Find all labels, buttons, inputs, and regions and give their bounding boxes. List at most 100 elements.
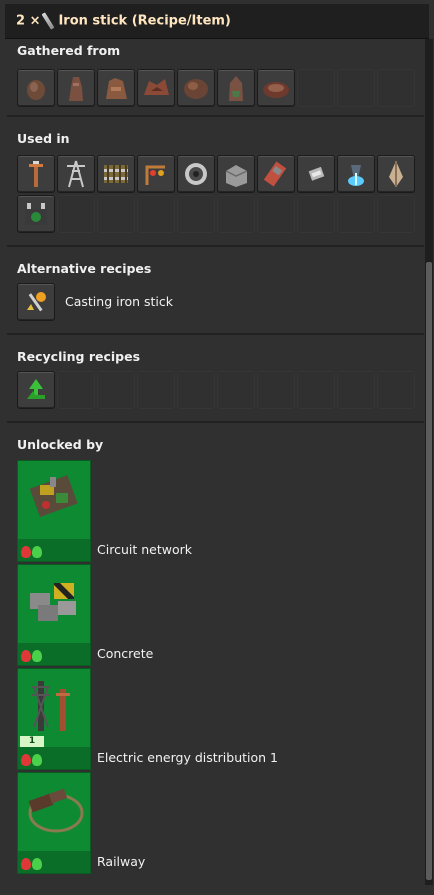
- gathered-item-slot[interactable]: [57, 69, 95, 107]
- tech-card-railway[interactable]: [17, 772, 91, 874]
- rocket-silo-part-icon: [261, 159, 291, 189]
- title-count: 2 ×: [16, 13, 41, 29]
- empty-slot: [217, 195, 255, 233]
- spike-icon: [381, 159, 411, 189]
- big-electric-pole-icon: [61, 159, 91, 189]
- used-in-title: Used in: [17, 131, 70, 146]
- tech-card-footer: [18, 539, 90, 561]
- content-scroll-area: Gathered from Used in Alternative recipe…: [7, 39, 424, 885]
- medium-electric-pole-icon: [21, 159, 51, 189]
- recycling-icon: [21, 375, 51, 405]
- casting-recipe-slot[interactable]: [17, 283, 55, 321]
- casting-recipe-label[interactable]: Casting iron stick: [65, 294, 173, 309]
- empty-slot: [97, 195, 135, 233]
- circuit-network-icon: [21, 464, 87, 530]
- alternative-title: Alternative recipes: [17, 261, 152, 276]
- green-science-icon: [32, 754, 42, 766]
- tech-card-circuit-network[interactable]: [17, 460, 91, 562]
- empty-slot: [217, 371, 255, 409]
- green-science-icon: [32, 546, 42, 558]
- empty-slot: [57, 195, 95, 233]
- empty-slot: [297, 69, 335, 107]
- panel-title: 2 × Iron stick (Recipe/Item): [16, 12, 231, 30]
- gathered-item-slot[interactable]: [97, 69, 135, 107]
- used-in-item-slot[interactable]: [257, 155, 295, 193]
- red-science-icon: [21, 650, 31, 662]
- empty-slot: [297, 195, 335, 233]
- gathered-item-slot[interactable]: [177, 69, 215, 107]
- tech-label-concrete[interactable]: Concrete: [97, 646, 153, 661]
- tech-label-electric-energy-distribution-1[interactable]: Electric energy distribution 1: [97, 750, 278, 765]
- empty-slot: [97, 371, 135, 409]
- empty-slot: [377, 371, 415, 409]
- railway-icon: [21, 776, 87, 842]
- green-science-icon: [32, 650, 42, 662]
- empty-slot: [297, 371, 335, 409]
- empty-slot: [257, 371, 295, 409]
- gathered-title: Gathered from: [17, 43, 121, 58]
- red-science-icon: [21, 858, 31, 870]
- empty-slot: [137, 195, 175, 233]
- unlocked-title: Unlocked by: [17, 437, 104, 452]
- tech-card-footer: [18, 747, 90, 769]
- tech-card-footer: [18, 851, 90, 873]
- empty-slot: [257, 195, 295, 233]
- used-in-section: Used in: [7, 117, 424, 247]
- empty-slot: [377, 69, 415, 107]
- gathered-item-slot[interactable]: [17, 69, 55, 107]
- used-in-item-slot[interactable]: [377, 155, 415, 193]
- used-in-item-slot[interactable]: [97, 155, 135, 193]
- used-in-item-slot[interactable]: [137, 155, 175, 193]
- tech-label-circuit-network[interactable]: Circuit network: [97, 542, 192, 557]
- used-in-item-slot[interactable]: [177, 155, 215, 193]
- flat-rock-icon: [261, 73, 291, 103]
- alternative-section: Alternative recipes Casting iron stick: [7, 247, 424, 335]
- empty-slot: [377, 195, 415, 233]
- tech-card-footer: [18, 643, 90, 665]
- tech-label-railway[interactable]: Railway: [97, 854, 145, 869]
- rail-icon: [101, 159, 131, 189]
- gathered-item-slot[interactable]: [137, 69, 175, 107]
- red-science-icon: [21, 546, 31, 558]
- tech-level-badge: 1: [20, 736, 44, 747]
- rail-signal-icon: [141, 159, 171, 189]
- big-sand-rock-icon: [101, 73, 131, 103]
- tech-card-electric-energy-distribution-1[interactable]: 1: [17, 668, 91, 770]
- used-in-item-slot[interactable]: [17, 195, 55, 233]
- radar-combinator-icon: [21, 199, 51, 229]
- green-science-icon: [32, 858, 42, 870]
- title-bar[interactable]: 2 × Iron stick (Recipe/Item): [5, 4, 429, 39]
- empty-slot: [337, 195, 375, 233]
- unlocked-section: Unlocked by Circuit network Concrete 1 E…: [7, 423, 424, 885]
- brown-rock-icon: [181, 73, 211, 103]
- scrollbar-thumb[interactable]: [426, 262, 432, 880]
- casting-icon: [21, 287, 51, 317]
- red-rock-icon: [141, 73, 171, 103]
- gathered-section: Gathered from: [7, 39, 424, 117]
- iron-stick-icon: [42, 12, 55, 30]
- concrete-icon: [221, 159, 251, 189]
- gathered-item-slot[interactable]: [257, 69, 295, 107]
- electric-pole-tech-icon: [21, 672, 87, 738]
- recycling-item-slot[interactable]: [17, 371, 55, 409]
- tech-card-concrete[interactable]: [17, 564, 91, 666]
- used-in-item-slot[interactable]: [217, 155, 255, 193]
- small-lamp-icon: [301, 159, 331, 189]
- empty-slot: [137, 371, 175, 409]
- empty-slot: [177, 195, 215, 233]
- concrete-tech-icon: [21, 568, 87, 634]
- beacon-light-icon: [341, 159, 371, 189]
- gathered-item-slot[interactable]: [217, 69, 255, 107]
- empty-slot: [57, 371, 95, 409]
- used-in-item-slot[interactable]: [297, 155, 335, 193]
- used-in-item-slot[interactable]: [337, 155, 375, 193]
- empty-slot: [337, 371, 375, 409]
- title-label: Iron stick (Recipe/Item): [58, 13, 231, 29]
- recipe-panel: 2 × Iron stick (Recipe/Item) Gathered fro…: [0, 0, 434, 895]
- used-in-item-slot[interactable]: [17, 155, 55, 193]
- programmable-speaker-icon: [181, 159, 211, 189]
- vulcanus-rock-icon: [221, 73, 251, 103]
- used-in-item-slot[interactable]: [57, 155, 95, 193]
- red-science-icon: [21, 754, 31, 766]
- rock-icon: [21, 73, 51, 103]
